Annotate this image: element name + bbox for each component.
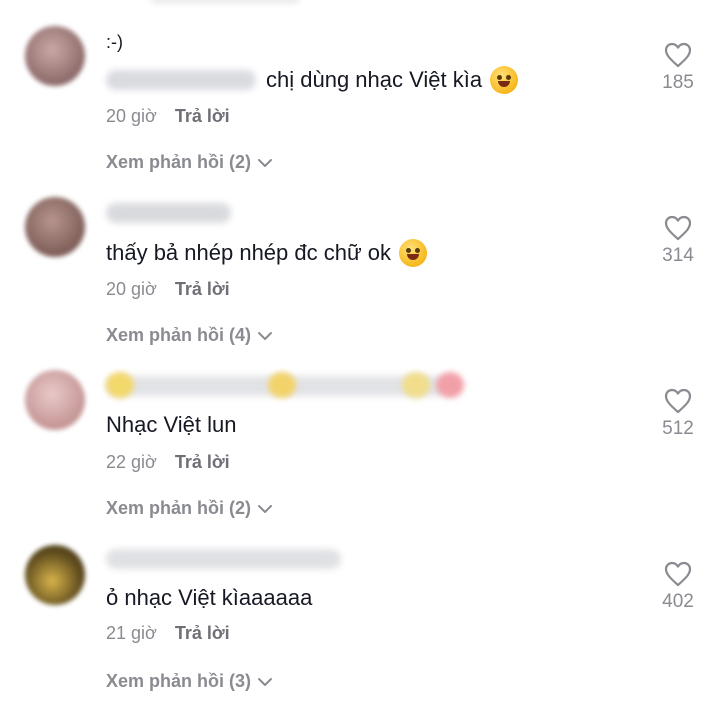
comment-item: Nhạc Việt lun 22 giờ Trả lời Xem phản hồ… [0, 346, 720, 519]
view-replies-label: Xem phản hồi (4) [106, 325, 252, 345]
view-replies-button[interactable]: Xem phản hồi (2) [106, 498, 273, 519]
avatar[interactable] [25, 370, 85, 430]
comment-text-row: Nhạc Việt lun [106, 412, 236, 438]
view-replies-label: Xem phản hồi (3) [106, 671, 252, 691]
heart-emoji-icon-blurred [436, 372, 464, 398]
view-replies-button[interactable]: Xem phản hồi (4) [106, 325, 273, 346]
reply-button[interactable]: Trả lời [175, 623, 230, 644]
comment-prefix: :-) [106, 32, 123, 52]
comment-meta: 21 giờ Trả lời [106, 623, 230, 644]
like-button[interactable]: 314 [648, 215, 708, 267]
heart-icon [664, 215, 692, 241]
comment-text: chị dùng nhạc Việt kìa [266, 67, 483, 92]
chevron-down-icon [258, 677, 273, 686]
comment-text: Nhạc Việt lun [106, 412, 237, 437]
emoji-icon-blurred [268, 372, 296, 398]
chevron-down-icon [258, 504, 273, 513]
comment-item: :-) chị dùng nhạc Việt kìa 20 giờ Trả lờ… [0, 0, 720, 173]
comment-text-row: chị dùng nhạc Việt kìa [106, 66, 519, 94]
comment-meta: 20 giờ Trả lời [106, 106, 230, 127]
comment-meta: 22 giờ Trả lời [106, 452, 230, 473]
chevron-down-icon [258, 158, 273, 167]
avatar[interactable] [25, 197, 85, 257]
comment-item: ỏ nhạc Việt kìaaaaaa 21 giờ Trả lời Xem … [0, 519, 720, 692]
view-replies-label: Xem phản hồi (2) [106, 498, 252, 518]
comment-time: 22 giờ [106, 452, 157, 472]
reply-button[interactable]: Trả lời [175, 279, 230, 300]
like-count: 314 [662, 245, 694, 266]
comment-meta: 20 giờ Trả lời [106, 279, 230, 300]
chevron-down-icon [258, 331, 273, 340]
comment-text-row: thấy bả nhép nhép đc chữ ok [106, 239, 428, 267]
emoji-icon-blurred [402, 372, 430, 398]
view-replies-button[interactable]: Xem phản hồi (3) [106, 671, 273, 692]
avatar[interactable] [25, 26, 85, 86]
heart-icon [664, 561, 692, 587]
like-count: 402 [662, 591, 694, 612]
comment-time: 21 giờ [106, 623, 157, 643]
heart-icon [664, 42, 692, 68]
like-button[interactable]: 512 [648, 388, 708, 440]
grinning-sweat-face-icon [399, 239, 428, 267]
heart-icon [664, 388, 692, 414]
view-replies-label: Xem phản hồi (2) [106, 152, 252, 172]
like-button[interactable]: 402 [648, 561, 708, 613]
reply-button[interactable]: Trả lời [175, 106, 230, 127]
like-button[interactable]: 185 [648, 42, 708, 94]
reply-button[interactable]: Trả lời [175, 452, 230, 473]
comment-item: thấy bả nhép nhép đc chữ ok 20 giờ Trả l… [0, 173, 720, 346]
emoji-icon-blurred [106, 372, 134, 398]
mentioned-username-blurred [106, 70, 256, 90]
like-count: 512 [662, 418, 694, 439]
comment-text: ỏ nhạc Việt kìaaaaaa [106, 585, 313, 610]
comment-text: thấy bả nhép nhép đc chữ ok [106, 240, 392, 265]
avatar[interactable] [25, 545, 85, 605]
comment-time: 20 giờ [106, 279, 157, 299]
username-blurred[interactable] [106, 203, 231, 223]
comment-time: 20 giờ [106, 106, 157, 126]
like-count: 185 [662, 72, 694, 93]
view-replies-button[interactable]: Xem phản hồi (2) [106, 152, 273, 173]
smiling-face-with-hearts-icon [490, 66, 519, 94]
username-blurred[interactable] [106, 549, 341, 569]
comment-text-row: ỏ nhạc Việt kìaaaaaa [106, 585, 312, 611]
